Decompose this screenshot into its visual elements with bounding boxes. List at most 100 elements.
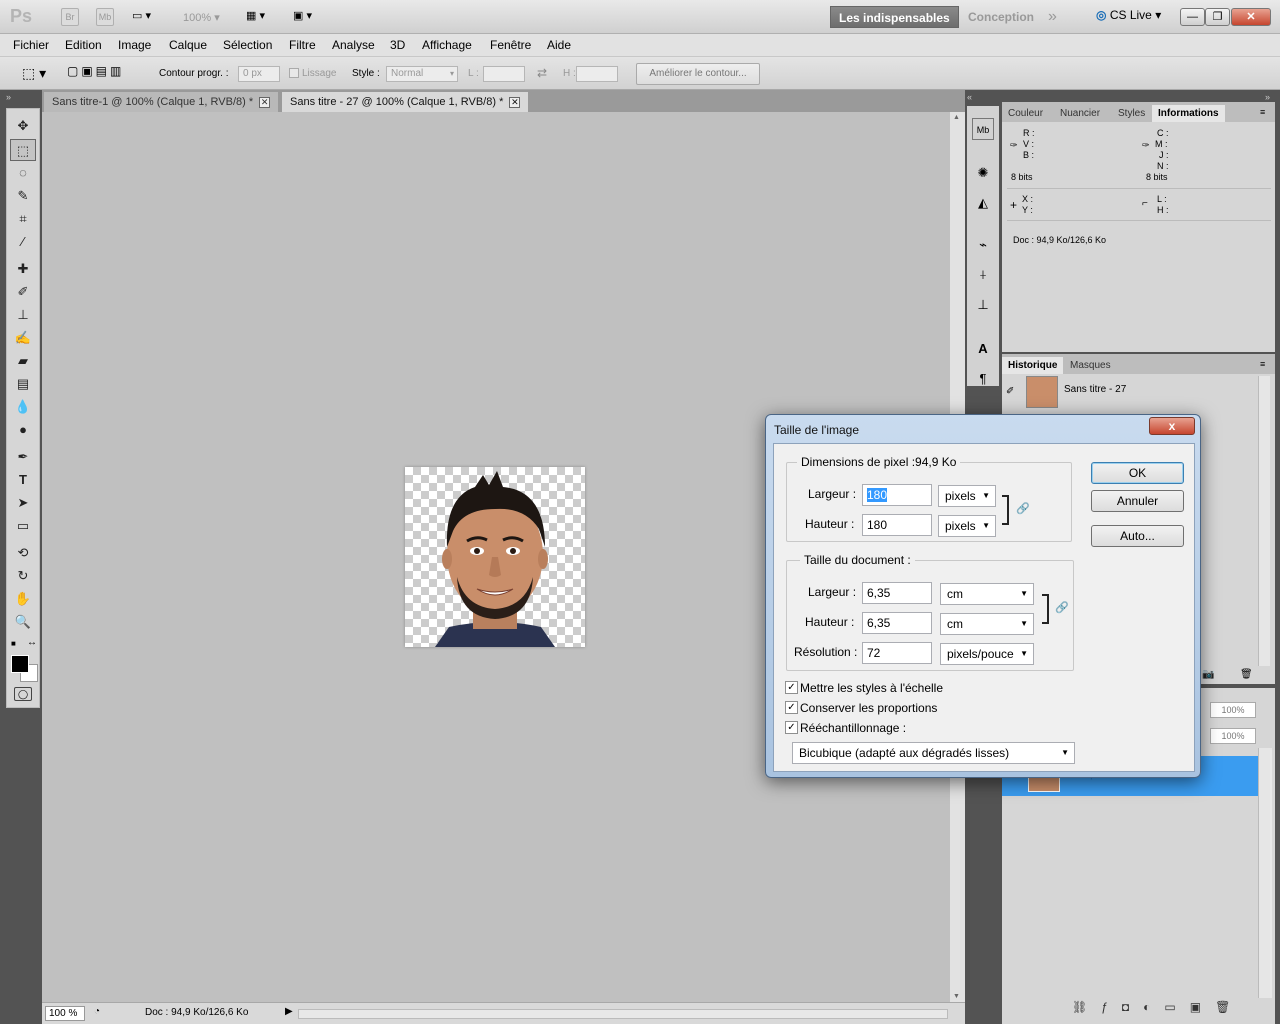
brush-tool-icon[interactable]: ✐ [10, 281, 36, 303]
workspace-essentials-button[interactable]: Les indispensables [830, 6, 959, 28]
resolution-input[interactable]: 72 [862, 642, 932, 664]
horizontal-scrollbar[interactable] [298, 1009, 948, 1019]
expand-strip-icon[interactable]: « [967, 92, 972, 102]
scroll-down-icon[interactable]: ▼ [953, 993, 960, 1000]
tab-couleur[interactable]: Couleur [1002, 105, 1049, 122]
swap-icon[interactable]: ⇄ [537, 66, 547, 80]
shape-tool-icon[interactable]: ▭ [10, 515, 36, 537]
swap-colors-icon[interactable]: ↔ [27, 637, 37, 648]
resolution-unit-select[interactable]: pixels/pouce ▼ [940, 643, 1034, 665]
menu-3d[interactable]: 3D [390, 38, 405, 52]
pixel-height-input[interactable]: 180 [862, 514, 932, 536]
delete-state-icon[interactable]: 🗑 [1240, 669, 1253, 680]
more-workspaces-button[interactable]: » [1048, 8, 1057, 26]
menu-calque[interactable]: Calque [169, 38, 207, 52]
arrange-documents-button[interactable]: ▦ ▾ [246, 9, 265, 22]
fill-field[interactable]: 100% [1210, 728, 1256, 744]
3d-orbit-tool-icon[interactable]: ↻ [10, 565, 36, 587]
cancel-button[interactable]: Annuler [1091, 490, 1184, 512]
width-input[interactable] [483, 66, 525, 82]
dodge-tool-icon[interactable]: ● [10, 419, 36, 441]
menu-fichier[interactable]: Fichier [13, 38, 49, 52]
clone-stamp-tool-icon[interactable]: ⊥ [10, 304, 36, 326]
workspace-design-button[interactable]: Conception [960, 6, 1042, 28]
new-snapshot-icon[interactable]: 📷 [1202, 669, 1214, 680]
quick-selection-tool-icon[interactable]: ✎ [10, 185, 36, 207]
height-input[interactable] [576, 66, 618, 82]
minimize-button[interactable]: — [1180, 8, 1205, 26]
bridge-button[interactable]: Br [61, 8, 79, 26]
menu-affichage[interactable]: Affichage [422, 38, 472, 52]
menu-image[interactable]: Image [118, 38, 151, 52]
tab-historique[interactable]: Historique [1002, 357, 1064, 374]
screen-mode-button[interactable]: ▣ ▾ [293, 9, 312, 22]
doc-width-input[interactable]: 6,35 [862, 582, 932, 604]
history-brush-source-icon[interactable]: ✐ [1006, 386, 1014, 397]
history-scrollbar[interactable] [1258, 376, 1270, 666]
crop-tool-icon[interactable]: ⌗ [10, 208, 36, 230]
path-selection-tool-icon[interactable]: ➤ [10, 492, 36, 514]
opacity-field[interactable]: 100% [1210, 702, 1256, 718]
layers-scrollbar[interactable] [1258, 748, 1272, 998]
doc-height-input[interactable]: 6,35 [862, 612, 932, 634]
lasso-tool-icon[interactable]: ◌ [10, 162, 36, 184]
doc-height-unit-select[interactable]: cm ▼ [940, 613, 1034, 635]
constrain-proportions-checkbox[interactable]: ✓ [785, 701, 798, 714]
ok-button[interactable]: OK [1091, 462, 1184, 484]
eraser-tool-icon[interactable]: ▰ [10, 350, 36, 372]
tab-nuancier[interactable]: Nuancier [1054, 105, 1106, 122]
zoom-level-dropdown[interactable]: 100% ▾ [183, 11, 220, 24]
history-snapshot-name[interactable]: Sans titre - 27 [1064, 384, 1126, 395]
view-extras-button[interactable]: ▭ ▾ [132, 9, 164, 25]
type-tool-icon[interactable]: T [10, 469, 36, 491]
dialog-close-button[interactable]: x [1149, 417, 1195, 435]
healing-brush-tool-icon[interactable]: ✚ [10, 258, 36, 280]
scale-styles-label[interactable]: Mettre les styles à l'échelle [800, 681, 943, 695]
character-panel-icon[interactable]: A [972, 338, 994, 360]
mini-bridge-panel-icon[interactable]: Mb [972, 118, 994, 140]
paragraph-panel-icon[interactable]: ¶ [972, 368, 994, 390]
tool-preset-picker[interactable]: ⬚ ▾ [22, 65, 46, 82]
quick-mask-icon[interactable]: ◯ [14, 687, 32, 701]
constrain-proportions-label[interactable]: Conserver les proportions [800, 701, 937, 715]
refine-edge-button[interactable]: Améliorer le contour... [636, 63, 760, 85]
3d-rotate-tool-icon[interactable]: ⟲ [10, 542, 36, 564]
style-select[interactable]: Normal ▾ [386, 66, 458, 82]
history-menu-icon[interactable]: ≡ [1260, 359, 1265, 369]
resample-method-select[interactable]: Bicubique (adapté aux dégradés lisses) ▼ [792, 742, 1075, 764]
close-tab-icon[interactable]: ✕ [509, 97, 521, 108]
menu-filtre[interactable]: Filtre [289, 38, 316, 52]
menu-fenetre[interactable]: Fenêtre [490, 38, 531, 52]
gradient-tool-icon[interactable]: ▤ [10, 373, 36, 395]
document-image[interactable] [405, 467, 585, 647]
zoom-tool-icon[interactable]: 🔍 [10, 611, 36, 633]
status-menu-arrow-icon[interactable]: ▶ [285, 1006, 293, 1017]
menu-edition[interactable]: Edition [65, 38, 102, 52]
pixel-height-unit-select[interactable]: pixels ▼ [938, 515, 996, 537]
history-brush-tool-icon[interactable]: ✍ [10, 327, 36, 349]
auto-button[interactable]: Auto... [1091, 525, 1184, 547]
tab-masques[interactable]: Masques [1064, 357, 1117, 374]
histogram-panel-icon[interactable]: ◭ [972, 192, 994, 214]
layers-footer-buttons[interactable]: ⛓ƒ◘◐▭▣🗑 [1072, 1000, 1244, 1014]
resample-label[interactable]: Rééchantillonnage : [800, 721, 906, 735]
pen-tool-icon[interactable]: ✒ [10, 446, 36, 468]
selection-mode-buttons[interactable]: ▢▣▤▥ [67, 64, 143, 84]
move-tool-icon[interactable]: ✥ [10, 115, 36, 137]
collapse-toolbar-icon[interactable]: » [6, 92, 11, 102]
tab-document-1[interactable]: Sans titre-1 @ 100% (Calque 1, RVB/8) * ✕ [44, 92, 279, 112]
clone-source-panel-icon[interactable]: ⍭ [972, 264, 994, 286]
tool-presets-panel-icon[interactable]: ⊥ [972, 294, 994, 316]
zoom-field[interactable]: 100 % [45, 1006, 85, 1021]
menu-aide[interactable]: Aide [547, 38, 571, 52]
pixel-width-unit-select[interactable]: pixels ▼ [938, 485, 996, 507]
antialias-checkbox[interactable] [289, 68, 299, 78]
foreground-color-swatch[interactable] [11, 655, 29, 673]
tab-document-27[interactable]: Sans titre - 27 @ 100% (Calque 1, RVB/8)… [282, 92, 529, 112]
mini-bridge-button[interactable]: Mb [96, 8, 114, 26]
navigator-panel-icon[interactable]: ✺ [972, 162, 994, 184]
doc-width-unit-select[interactable]: cm ▼ [940, 583, 1034, 605]
restore-button[interactable]: ❐ [1205, 8, 1230, 26]
blur-tool-icon[interactable]: 💧 [10, 396, 36, 418]
menu-analyse[interactable]: Analyse [332, 38, 375, 52]
